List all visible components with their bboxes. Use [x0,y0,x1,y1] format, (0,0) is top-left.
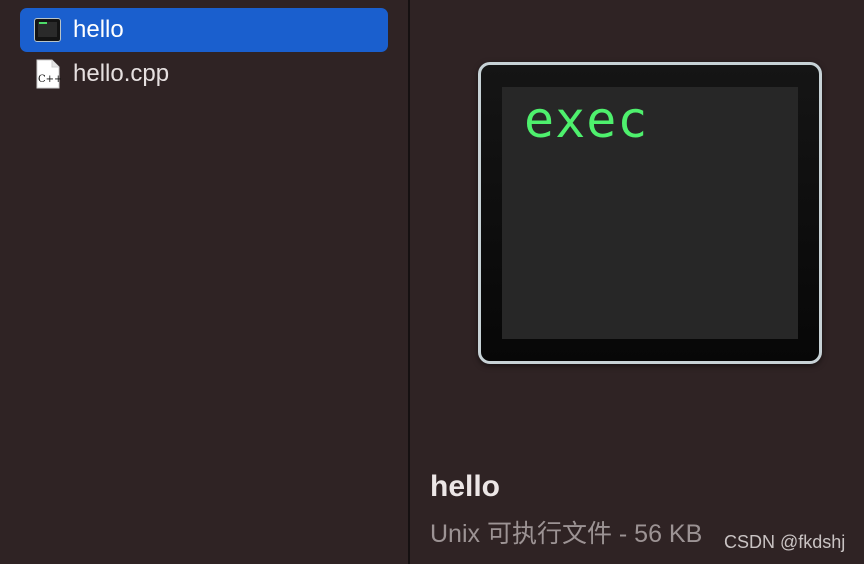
executable-preview-icon: exec [478,62,822,364]
file-row-hello[interactable]: hello [20,8,388,52]
file-list: hello C++ hello.cpp [0,0,408,564]
svg-text:C++: C++ [38,74,61,85]
preview-file-info: Unix 可执行文件 - 56 KB [430,520,703,548]
watermark: CSDN @fkdshj [724,532,846,552]
file-name-label: hello [73,16,124,43]
preview-file-name: hello [430,470,501,503]
executable-icon [34,18,61,42]
file-name-label: hello.cpp [73,60,170,87]
file-row-hello-cpp[interactable]: C++ hello.cpp [20,52,388,96]
finder-window: hello C++ hello.cpp exec hello Unix 可执行文… [0,0,864,564]
preview-pane: exec hello Unix 可执行文件 - 56 KB [410,0,864,564]
exec-label: exec [524,91,649,149]
terminal-screen: exec [502,87,798,339]
cpp-source-icon: C++ [34,59,62,89]
